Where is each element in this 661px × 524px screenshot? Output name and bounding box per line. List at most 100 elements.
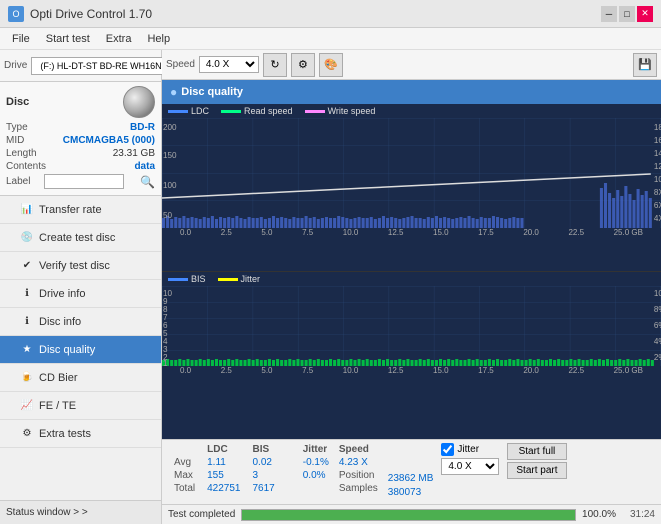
sidebar-item-create-test-disc[interactable]: 💿 Create test disc [0,224,161,252]
sidebar-item-fe-te[interactable]: 📈 FE / TE [0,392,161,420]
disc-contents-value: data [134,161,155,172]
minimize-button[interactable]: ─ [601,6,617,22]
stats-table: LDC BIS Jitter Speed Avg 1.11 0.02 -0.1%… [168,443,382,495]
disc-panel-header: Disc [6,86,155,118]
maximize-button[interactable]: □ [619,6,635,22]
sidebar-item-disc-quality[interactable]: ★ Disc quality [0,336,161,364]
refresh-button[interactable]: ↻ [263,53,287,77]
svg-text:4%: 4% [654,337,661,346]
total-bis: 7617 [247,482,281,495]
title-bar-left: O Opti Drive Control 1.70 [8,6,152,22]
disc-type-row: Type BD-R [6,122,155,133]
legend-write-line [305,110,325,113]
jitter-checkbox-label: Jitter [457,444,479,455]
menu-help[interactable]: Help [139,31,178,47]
cd-bier-icon: 🍺 [20,371,34,385]
sidebar-item-label-cd-bier: CD Bier [39,372,78,384]
save-button[interactable]: 💾 [633,53,657,77]
lower-x-axis: 0.02.55.07.510.0 12.515.017.520.022.525.… [162,366,661,375]
svg-text:50: 50 [163,211,173,220]
lower-chart-svg: 10% 8% 6% 4% 2% 10 9 8 7 6 5 4 3 2 1 [162,286,661,366]
sidebar-item-extra-tests[interactable]: ⚙ Extra tests [0,420,161,448]
menu-bar: File Start test Extra Help [0,28,661,50]
disc-label-input[interactable] [44,174,124,189]
fe-te-icon: 📈 [20,399,34,413]
sidebar-item-disc-info[interactable]: ℹ Disc info [0,308,161,336]
disc-icon [123,86,155,118]
position-label: Position [335,469,382,482]
legend-write-speed: Write speed [305,106,376,116]
disc-info-icon: ℹ [20,315,34,329]
jitter-checkbox[interactable] [441,443,454,456]
max-label: Max [168,469,201,482]
legend-read-line [221,110,241,113]
progress-bar-outer [241,509,576,521]
create-test-disc-icon: 💿 [20,231,34,245]
transfer-rate-icon: 📊 [20,203,34,217]
disc-mid-row: MID CMCMAGBA5 (000) [6,135,155,146]
avg-jitter: -0.1% [297,456,335,469]
stats-section: LDC BIS Jitter Speed Avg 1.11 0.02 -0.1%… [162,439,661,504]
sidebar-item-verify-test-disc[interactable]: ✔ Verify test disc [0,252,161,280]
drive-info-icon: ℹ [20,287,34,301]
upper-legend: LDC Read speed Write speed [162,104,661,118]
disc-label-search-icon[interactable]: 🔍 [140,175,155,189]
disc-mid-value: CMCMAGBA5 (000) [63,135,155,146]
legend-write-label: Write speed [328,106,376,116]
svg-text:12X: 12X [654,162,661,171]
avg-speed: 4.23 X [335,456,382,469]
svg-text:6%: 6% [654,321,661,330]
sidebar-item-drive-info[interactable]: ℹ Drive info [0,280,161,308]
total-ldc: 422751 [201,482,246,495]
samples-label: Samples [335,482,382,495]
app-title: Opti Drive Control 1.70 [30,7,152,21]
menu-start-test[interactable]: Start test [38,31,98,47]
stats-speed-header: Speed [335,443,382,456]
menu-file[interactable]: File [4,31,38,47]
disc-section-label: Disc [6,96,29,108]
drive-label-text: Drive [4,60,27,71]
menu-extra[interactable]: Extra [98,31,140,47]
progress-section: Test completed 100.0% 31:24 [162,504,661,524]
disc-label-label: Label [6,176,30,187]
legend-jitter-line [218,278,238,281]
svg-text:200: 200 [163,123,177,132]
svg-text:8%: 8% [654,305,661,314]
extra-tests-icon: ⚙ [20,427,34,441]
start-full-button[interactable]: Start full [507,443,566,460]
start-part-button[interactable]: Start part [507,462,566,479]
sidebar: Drive (F:) HL-DT-ST BD-RE WH16NS58 TST4 … [0,50,162,524]
legend-bis-line [168,278,188,281]
avg-bis: 0.02 [247,456,281,469]
stats-bis-header: BIS [247,443,281,456]
disc-label-row: Label 🔍 [6,174,155,189]
legend-ldc-label: LDC [191,106,209,116]
close-button[interactable]: ✕ [637,6,653,22]
title-bar: O Opti Drive Control 1.70 ─ □ ✕ [0,0,661,28]
disc-quality-title: Disc quality [181,86,243,98]
disc-quality-header: ● Disc quality [162,80,661,104]
disc-quality-header-icon: ● [170,85,177,99]
palette-button[interactable]: 🎨 [319,53,343,77]
progress-status-label: Test completed [168,509,235,520]
disc-contents-row: Contents data [6,161,155,172]
lower-legend: BIS Jitter [162,272,661,286]
app-icon: O [8,6,24,22]
status-window-button[interactable]: Status window > > [0,500,161,524]
disc-length-value: 23.31 GB [113,148,155,159]
verify-test-disc-icon: ✔ [20,259,34,273]
svg-text:1: 1 [163,359,168,366]
disc-type-value: BD-R [130,122,155,133]
speed-select[interactable]: 4.0 X [199,56,259,73]
svg-text:150: 150 [163,151,177,160]
disc-type-label: Type [6,122,28,133]
settings-button[interactable]: ⚙ [291,53,315,77]
avg-speed-right [388,459,434,473]
sidebar-item-transfer-rate[interactable]: 📊 Transfer rate [0,196,161,224]
sidebar-item-label-drive-info: Drive info [39,288,85,300]
progress-bar-inner [242,510,575,520]
speed-test-select[interactable]: 4.0 X [441,458,499,475]
speed-label: Speed [166,59,195,70]
sidebar-item-cd-bier[interactable]: 🍺 CD Bier [0,364,161,392]
lower-chart: BIS Jitter [162,272,661,439]
